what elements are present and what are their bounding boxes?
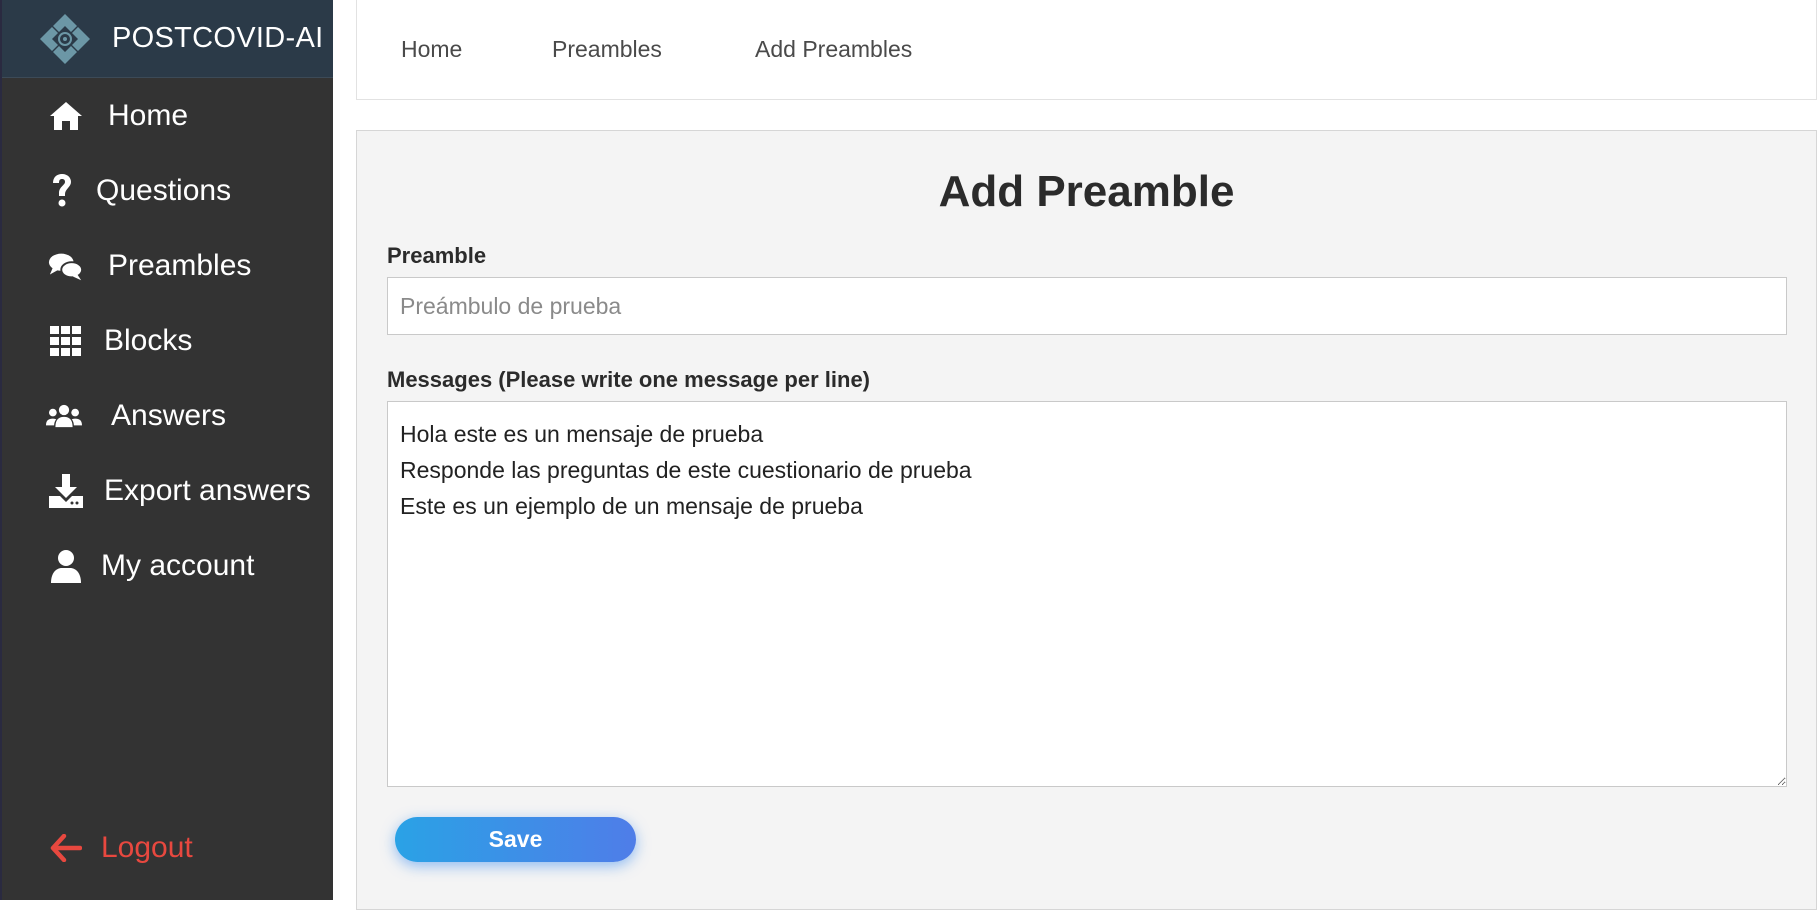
sidebar-item-answers[interactable]: Answers (2, 386, 335, 446)
grid-icon (48, 323, 84, 359)
add-preamble-form: Add Preamble Preamble Messages (Please w… (356, 130, 1817, 910)
sidebar-item-export-answers[interactable]: Export answers (2, 461, 335, 521)
sidebar: POSTCOVID-AI Home Questions Preambles Bl… (0, 0, 333, 900)
sidebar-item-questions[interactable]: Questions (2, 161, 335, 221)
breadcrumb-preambles[interactable]: Preambles (552, 36, 662, 63)
user-icon (48, 548, 84, 584)
download-icon (48, 473, 84, 509)
brand[interactable]: POSTCOVID-AI (2, 0, 333, 78)
logout-label: Logout (101, 831, 193, 864)
sidebar-item-label: Preambles (108, 249, 252, 282)
question-icon (44, 173, 80, 209)
page-title: Add Preamble (938, 167, 1235, 216)
sidebar-item-label: Blocks (104, 324, 193, 357)
messages-textarea[interactable]: Hola este es un mensaje de prueba Respon… (387, 401, 1787, 787)
breadcrumb-add-preambles[interactable]: Add Preambles (755, 36, 912, 63)
sidebar-item-preambles[interactable]: Preambles (2, 236, 335, 296)
messages-label: Messages (Please write one message per l… (387, 367, 871, 392)
logout-button[interactable]: Logout (2, 818, 335, 878)
breadcrumb-home[interactable]: Home (401, 36, 462, 63)
breadcrumb: Home Preambles Add Preambles (356, 0, 1817, 100)
sidebar-item-my-account[interactable]: My account (2, 536, 335, 596)
sidebar-item-label: My account (101, 549, 255, 582)
users-icon (46, 398, 82, 434)
home-icon (48, 98, 84, 134)
sidebar-item-label: Answers (111, 399, 227, 432)
sidebar-item-label: Export answers (104, 474, 311, 507)
sidebar-item-home[interactable]: Home (2, 86, 335, 146)
arrow-left-icon (48, 830, 84, 866)
sidebar-item-label: Home (108, 99, 189, 132)
sidebar-item-blocks[interactable]: Blocks (2, 311, 335, 371)
postcovid-logo-icon (36, 10, 94, 68)
preamble-input[interactable] (387, 277, 1787, 335)
brand-name: POSTCOVID-AI (112, 22, 324, 54)
sidebar-item-label: Questions (96, 174, 232, 207)
save-button[interactable]: Save (395, 817, 636, 862)
preamble-label: Preamble (387, 243, 487, 268)
comments-icon (48, 248, 84, 284)
